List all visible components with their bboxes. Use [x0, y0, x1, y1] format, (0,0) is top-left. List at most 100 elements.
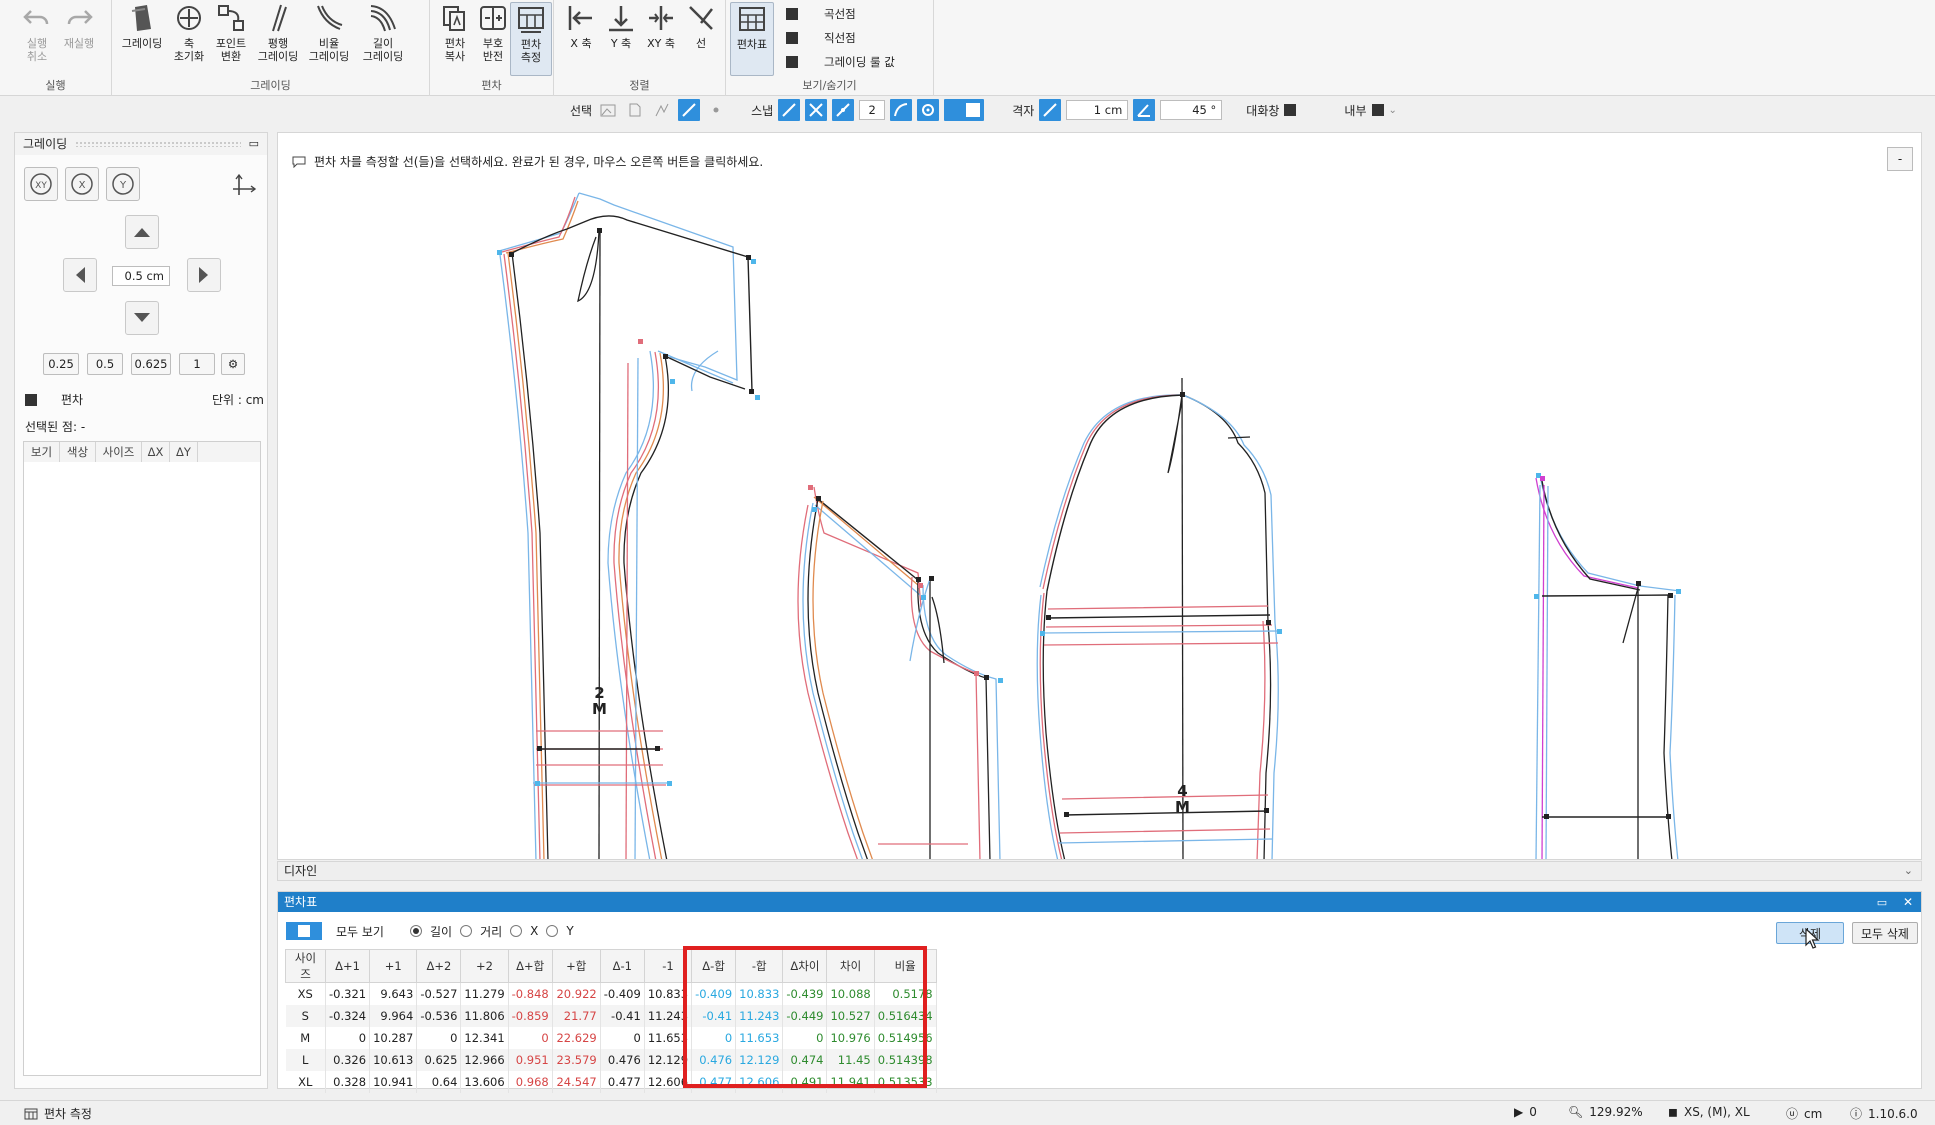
- grade-x-button[interactable]: X: [65, 167, 99, 201]
- table-row[interactable]: M 0 10.287 0 12.341 0 22.629 0 11.653 0 11.653 0 10.…: [285, 1026, 937, 1049]
- status-sizes[interactable]: ◼ XS, (M), XL: [1668, 1105, 1750, 1119]
- snap-divide-input[interactable]: 2: [859, 100, 886, 120]
- angle-snap-icon[interactable]: [1133, 99, 1156, 121]
- snap-center-icon[interactable]: [917, 99, 940, 121]
- table-row[interactable]: L 0.326 10.613 0.625 12.966 0.951 23.579 0.476 1…: [285, 1048, 937, 1071]
- select-piece-icon[interactable]: [624, 99, 646, 121]
- col-header[interactable]: ΔX: [142, 442, 170, 462]
- status-zoom[interactable]: 🔍︎ 129.92%: [1568, 1105, 1643, 1119]
- radio-distance[interactable]: [460, 925, 473, 937]
- delete-all-button[interactable]: 모두 삭제: [1852, 922, 1918, 944]
- select-image-icon[interactable]: [597, 99, 619, 121]
- axis-reset-button[interactable]: 축 초기화: [168, 2, 210, 76]
- snap-divide-icon[interactable]: [832, 99, 855, 121]
- select-segment-icon[interactable]: [678, 99, 701, 121]
- xy-axis-align-button[interactable]: XY 축: [640, 2, 682, 76]
- pin-icon[interactable]: ▭: [249, 133, 259, 155]
- step-settings-button[interactable]: ⚙: [221, 353, 245, 375]
- show-all-toggle[interactable]: [286, 922, 322, 940]
- pattern-piece-side[interactable]: [1036, 377, 1279, 860]
- table-column-header[interactable]: +합: [551, 949, 601, 983]
- radio-x[interactable]: [510, 925, 523, 937]
- dialog-checkbox[interactable]: [1284, 104, 1297, 116]
- table-column-header[interactable]: +1: [369, 949, 418, 983]
- col-header[interactable]: 사이즈: [96, 442, 142, 462]
- toggle-curve-points[interactable]: 곡선점: [786, 5, 856, 23]
- radio-y[interactable]: [546, 925, 559, 937]
- snap-toggle[interactable]: [944, 99, 985, 121]
- length-grading-button[interactable]: 길이 그레이딩: [358, 2, 408, 76]
- deviation-measure-button[interactable]: 편차 측정: [510, 2, 552, 76]
- step-preset-button[interactable]: 1: [179, 353, 215, 375]
- deviation-list-body[interactable]: [23, 462, 261, 1076]
- design-tab-bar[interactable]: 디자인 ⌄: [277, 861, 1922, 881]
- ratio-grading-button[interactable]: 비율 그레이딩: [304, 2, 354, 76]
- point-convert-button[interactable]: 포인트 변환: [210, 2, 252, 76]
- table-column-header[interactable]: 비율: [873, 949, 937, 983]
- table-column-header[interactable]: +2: [460, 949, 509, 983]
- radio-length[interactable]: [409, 925, 422, 937]
- table-column-header[interactable]: Δ+1: [324, 949, 371, 983]
- snap-intersection-icon[interactable]: [805, 99, 828, 121]
- pattern-canvas[interactable]: 편차 차를 측정할 선(들)을 선택하세요. 완료가 된 경우, 마우스 오른쪽…: [277, 132, 1922, 860]
- table-column-header[interactable]: Δ-1: [599, 949, 645, 983]
- deviation-copy-button[interactable]: 편차 복사: [434, 2, 476, 76]
- pin-icon[interactable]: ▭: [1877, 896, 1887, 909]
- table-column-header[interactable]: Δ-합: [691, 949, 737, 983]
- deviation-toggle[interactable]: 편차: [25, 391, 83, 408]
- move-left-button[interactable]: [63, 258, 97, 292]
- snap-line-icon[interactable]: [778, 99, 801, 121]
- grade-xy-button[interactable]: XY: [24, 167, 58, 201]
- deviation-table-button[interactable]: 편차표: [730, 2, 774, 76]
- y-axis-align-button[interactable]: Y 축: [600, 2, 642, 76]
- col-header[interactable]: 보기: [24, 442, 60, 462]
- grade-y-button[interactable]: Y: [106, 167, 140, 201]
- col-header[interactable]: ΔY: [170, 442, 198, 462]
- select-point-icon[interactable]: [705, 99, 727, 121]
- expand-chevron-icon[interactable]: ⌄: [1389, 105, 1415, 116]
- axis-origin-icon[interactable]: [231, 171, 259, 202]
- parallel-grading-button[interactable]: 평행 그레이딩: [254, 2, 302, 76]
- table-column-header[interactable]: Δ+합: [507, 949, 553, 983]
- step-preset-button[interactable]: 0.5: [87, 353, 123, 375]
- pattern-points[interactable]: [497, 228, 1681, 819]
- table-row[interactable]: XL 0.328 10.941 0.64 13.606 0.968 24.547 0.477 1…: [285, 1070, 937, 1093]
- redo-button[interactable]: 재실행: [58, 2, 100, 76]
- close-icon[interactable]: ✕: [1903, 895, 1913, 909]
- table-column-header[interactable]: -합: [735, 949, 784, 983]
- design-tab[interactable]: 디자인: [284, 864, 317, 878]
- select-line-icon[interactable]: [651, 99, 673, 121]
- undo-button[interactable]: 실행 취소: [16, 2, 58, 76]
- table-column-header[interactable]: 차이: [826, 949, 875, 983]
- snap-curve-icon[interactable]: [890, 99, 913, 121]
- x-axis-align-button[interactable]: X 축: [560, 2, 602, 76]
- table-column-header[interactable]: 사이즈: [285, 949, 326, 983]
- inner-checkbox[interactable]: [1371, 104, 1384, 116]
- sign-flip-button[interactable]: 부호 반전: [472, 2, 514, 76]
- table-column-header[interactable]: Δ차이: [782, 949, 828, 983]
- line-align-button[interactable]: 선: [680, 2, 722, 76]
- table-column-header[interactable]: -1: [643, 949, 693, 983]
- move-up-button[interactable]: [125, 215, 159, 249]
- table-row[interactable]: S -0.324 9.964 -0.536 11.806 -0.859 21.77 -0.41…: [285, 1004, 937, 1027]
- status-unit[interactable]: ⓤ cm: [1786, 1105, 1822, 1122]
- step-preset-button[interactable]: 0.25: [43, 353, 79, 375]
- drag-grip[interactable]: [75, 141, 241, 147]
- pattern-piece-front[interactable]: [797, 486, 1001, 860]
- pattern-piece-back[interactable]: [498, 192, 753, 860]
- pattern-piece-sleeve[interactable]: [1535, 474, 1681, 860]
- table-row[interactable]: XS -0.321 9.643 -0.527 11.279 -0.848 20.922 -0.…: [285, 982, 937, 1005]
- step-preset-button[interactable]: 0.625: [131, 353, 171, 375]
- table-column-header[interactable]: Δ+2: [416, 949, 462, 983]
- chevron-down-icon[interactable]: ⌄: [1904, 862, 1913, 880]
- move-right-button[interactable]: [187, 258, 221, 292]
- move-down-button[interactable]: [125, 301, 159, 335]
- grid-size-input[interactable]: 1 cm: [1066, 100, 1129, 120]
- col-header[interactable]: 색상: [60, 442, 96, 462]
- toggle-grading-rule-values[interactable]: 그레이딩 룰 값: [786, 53, 895, 71]
- angle-input[interactable]: 45 °: [1160, 100, 1223, 120]
- grid-snap-icon[interactable]: [1039, 99, 1062, 121]
- toggle-straight-points[interactable]: 직선점: [786, 29, 856, 47]
- grading-button[interactable]: 그레이딩: [116, 2, 168, 76]
- move-step-input[interactable]: 0.5 cm: [112, 266, 170, 286]
